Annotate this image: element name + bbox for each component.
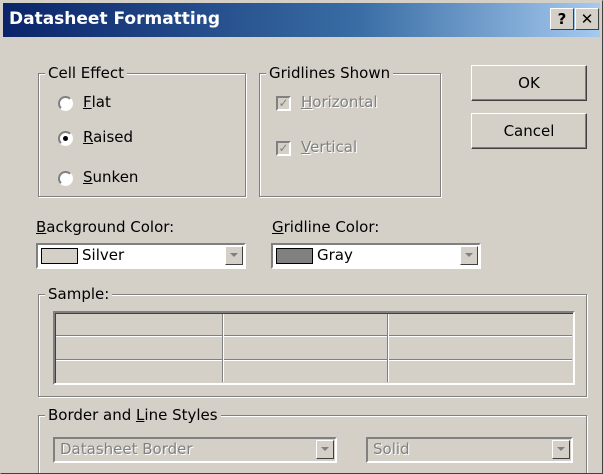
datasheet-formatting-dialog: Datasheet Formatting ? ✕ Cell Effect Fla… bbox=[0, 0, 603, 474]
radio-raised-label[interactable]: Raised bbox=[83, 128, 133, 146]
line-style-select[interactable]: Solid bbox=[366, 437, 573, 463]
background-color-label: Background Color: bbox=[36, 218, 175, 236]
sample-grid bbox=[53, 311, 575, 385]
checkmark-icon: ✓ bbox=[278, 96, 289, 110]
background-color-dropdown[interactable] bbox=[225, 246, 243, 265]
gridline-color-dropdown[interactable] bbox=[460, 246, 478, 265]
radio-selected-dot bbox=[63, 136, 68, 141]
sample-title: Sample: bbox=[45, 285, 113, 303]
checkmark-icon: ✓ bbox=[278, 141, 289, 155]
chevron-down-icon bbox=[465, 253, 473, 257]
radio-sunken[interactable] bbox=[58, 171, 73, 186]
vertical-label: Vertical bbox=[301, 138, 358, 156]
horizontal-label: Horizontal bbox=[301, 93, 378, 111]
radio-sunken-label[interactable]: Sunken bbox=[83, 168, 138, 186]
chevron-down-icon bbox=[321, 447, 329, 451]
close-icon: ✕ bbox=[580, 10, 594, 28]
ok-button[interactable]: OK bbox=[471, 65, 587, 101]
line-style-dropdown[interactable] bbox=[552, 440, 570, 459]
border-style-dropdown[interactable] bbox=[316, 440, 334, 459]
help-button[interactable]: ? bbox=[550, 8, 574, 30]
chevron-down-icon bbox=[557, 447, 565, 451]
close-button[interactable]: ✕ bbox=[575, 8, 599, 30]
sample-gridline-v1-highlight bbox=[223, 314, 224, 382]
border-style-value: Datasheet Border bbox=[60, 440, 193, 458]
gridlines-shown-title: Gridlines Shown bbox=[266, 64, 394, 82]
radio-raised[interactable] bbox=[58, 131, 73, 146]
sample-gridline-v2-highlight bbox=[388, 314, 389, 382]
background-color-value: Silver bbox=[82, 246, 125, 264]
cancel-button[interactable]: Cancel bbox=[471, 113, 587, 149]
border-style-select[interactable]: Datasheet Border bbox=[53, 437, 337, 463]
cell-effect-title: Cell Effect bbox=[45, 64, 127, 82]
gridline-color-value: Gray bbox=[317, 246, 353, 264]
help-icon: ? bbox=[557, 10, 567, 28]
line-style-value: Solid bbox=[373, 440, 410, 458]
border-line-styles-title: Border and Line Styles bbox=[45, 406, 221, 424]
gridlines-shown-group: Gridlines Shown bbox=[259, 64, 441, 197]
sample-gridline-h2-highlight bbox=[56, 360, 572, 361]
background-color-swatch bbox=[41, 248, 78, 264]
radio-flat[interactable] bbox=[58, 96, 73, 111]
gridline-color-select[interactable]: Gray bbox=[271, 243, 481, 269]
radio-flat-label[interactable]: Flat bbox=[83, 93, 111, 111]
background-color-select[interactable]: Silver bbox=[36, 243, 246, 269]
sample-gridline-h1-highlight bbox=[56, 336, 572, 337]
gridline-color-swatch bbox=[276, 248, 313, 264]
title-bar[interactable]: Datasheet Formatting ? ✕ bbox=[3, 3, 600, 37]
vertical-checkbox[interactable]: ✓ bbox=[276, 141, 291, 156]
horizontal-checkbox[interactable]: ✓ bbox=[276, 96, 291, 111]
dialog-title: Datasheet Formatting bbox=[9, 9, 221, 29]
sample-grid-frame bbox=[55, 313, 573, 383]
chevron-down-icon bbox=[230, 253, 238, 257]
gridline-color-label: Gridline Color: bbox=[272, 218, 380, 236]
